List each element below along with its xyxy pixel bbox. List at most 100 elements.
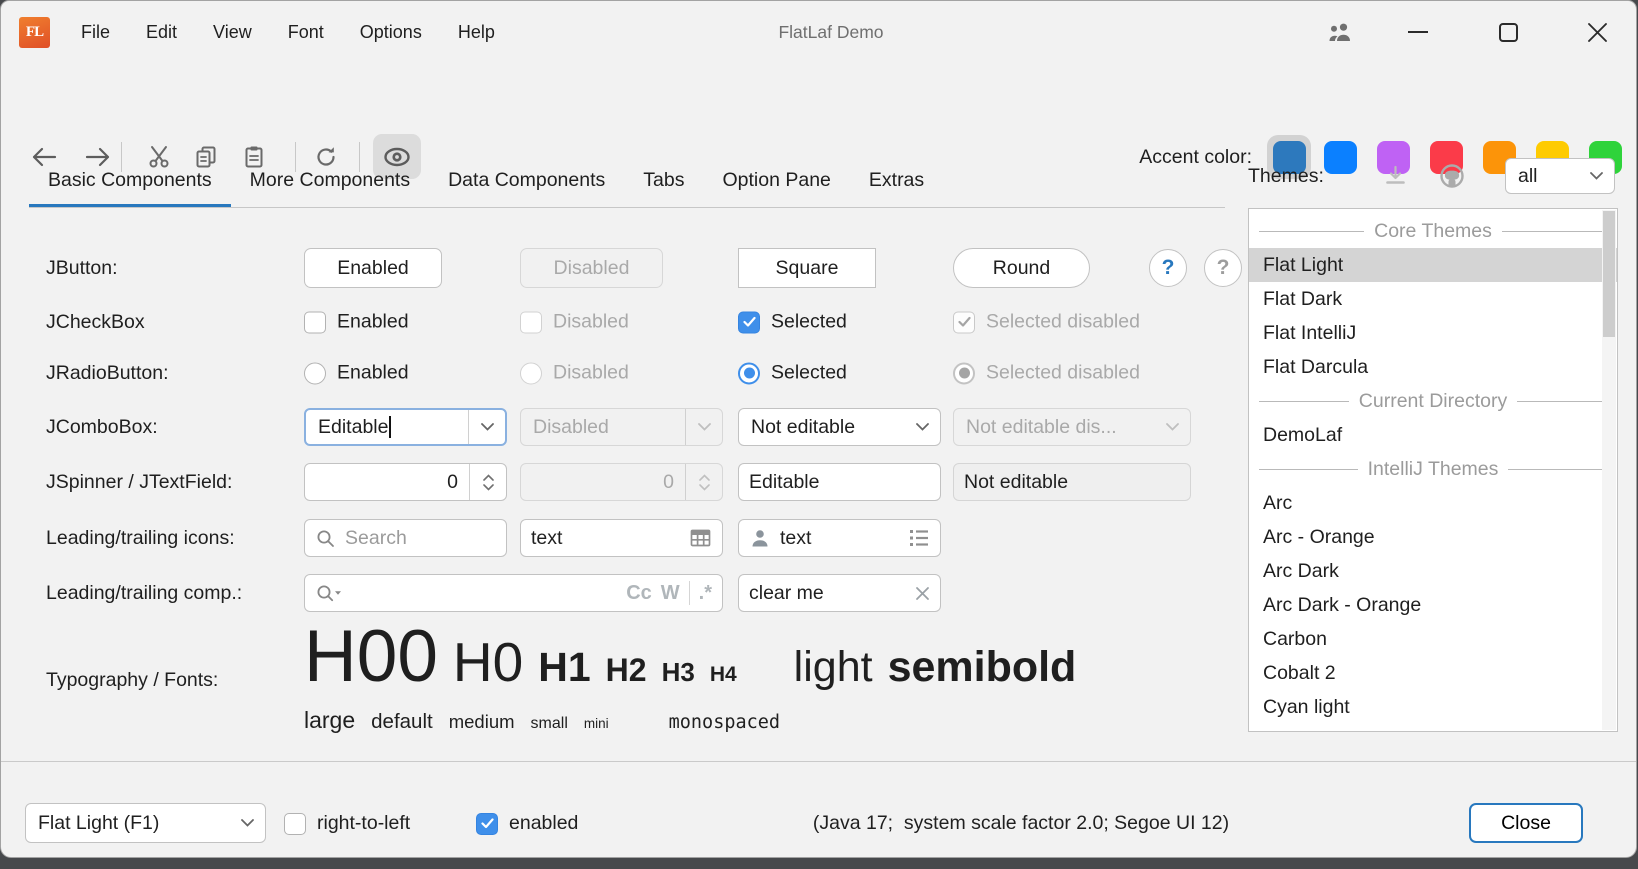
radio-icon bbox=[520, 362, 542, 384]
field-separator bbox=[689, 581, 690, 605]
theme-item-cyan-light[interactable]: Cyan light bbox=[1249, 690, 1617, 724]
theme-item-dark-flat[interactable]: Dark Flat bbox=[1249, 724, 1617, 732]
menu-bar: File Edit View Font Options Help bbox=[63, 1, 513, 63]
small-sample: small bbox=[531, 715, 568, 733]
combobox-not-editable[interactable]: Not editable bbox=[738, 408, 941, 446]
text-field-person-list[interactable] bbox=[738, 519, 941, 557]
app-window: FL File Edit View Font Options Help Flat… bbox=[0, 0, 1637, 858]
enabled-button[interactable]: Enabled bbox=[304, 248, 442, 288]
maximize-icon bbox=[1499, 23, 1518, 42]
themes-scrollbar[interactable] bbox=[1602, 210, 1616, 730]
clear-icon[interactable] bbox=[915, 586, 930, 601]
search-icon bbox=[315, 528, 336, 549]
semibold-weight-sample: semibold bbox=[888, 643, 1077, 692]
right-to-left-checkbox[interactable]: right-to-left bbox=[284, 812, 410, 835]
jbutton-label: JButton: bbox=[46, 248, 118, 288]
menu-view[interactable]: View bbox=[195, 1, 270, 63]
checkbox-selected[interactable]: Selected bbox=[738, 311, 847, 334]
theme-item-carbon[interactable]: Carbon bbox=[1249, 622, 1617, 656]
large-sample: large bbox=[304, 707, 355, 734]
chevron-down-icon bbox=[483, 484, 494, 491]
tab-extras[interactable]: Extras bbox=[850, 153, 943, 208]
checkbox-icon bbox=[284, 813, 306, 835]
theme-item-arc-dark-orange[interactable]: Arc Dark - Orange bbox=[1249, 588, 1617, 622]
combobox-editable-value[interactable]: Editable bbox=[306, 416, 468, 439]
menu-help[interactable]: Help bbox=[440, 1, 513, 63]
text-field-table-icon[interactable] bbox=[520, 519, 723, 557]
lookandfeel-combobox[interactable]: Flat Light (F1) bbox=[25, 803, 266, 843]
theme-group-header: Current Directory bbox=[1249, 384, 1617, 418]
radio-selected-icon bbox=[953, 362, 975, 384]
square-button[interactable]: Square bbox=[738, 248, 876, 288]
close-window-button[interactable] bbox=[1567, 1, 1627, 63]
close-button[interactable]: Close bbox=[1469, 803, 1583, 843]
match-case-button[interactable]: Cc bbox=[626, 582, 652, 605]
search-dropdown-icon[interactable] bbox=[315, 583, 342, 604]
theme-item-flat-dark[interactable]: Flat Dark bbox=[1249, 282, 1617, 316]
minimize-icon bbox=[1408, 31, 1428, 33]
help-button-gray[interactable]: ? bbox=[1204, 249, 1242, 287]
combobox-editable[interactable]: Editable bbox=[304, 408, 507, 446]
menu-file[interactable]: File bbox=[63, 1, 128, 63]
theme-item-flat-darcula[interactable]: Flat Darcula bbox=[1249, 350, 1617, 384]
chevron-down-icon[interactable] bbox=[469, 410, 505, 444]
textfield-editable[interactable] bbox=[738, 463, 941, 501]
maximize-button[interactable] bbox=[1478, 1, 1538, 63]
menu-font[interactable]: Font bbox=[270, 1, 342, 63]
theme-item-flat-intellij[interactable]: Flat IntelliJ bbox=[1249, 316, 1617, 350]
spinner-enabled[interactable]: 0 bbox=[304, 463, 507, 501]
accent-swatch-2[interactable] bbox=[1324, 141, 1357, 174]
whole-word-button[interactable]: W bbox=[661, 582, 680, 605]
spinner-buttons[interactable] bbox=[470, 464, 506, 500]
tab-data-components[interactable]: Data Components bbox=[429, 153, 624, 208]
search-field-with-options[interactable]: Cc W .* bbox=[304, 574, 723, 612]
regex-button[interactable]: .* bbox=[699, 582, 712, 605]
menu-options[interactable]: Options bbox=[342, 1, 440, 63]
clearable-input[interactable] bbox=[749, 582, 906, 605]
spinner-disabled: 0 bbox=[520, 463, 723, 501]
theme-item-demolaf[interactable]: DemoLaf bbox=[1249, 418, 1617, 452]
theme-item-flat-light[interactable]: Flat Light bbox=[1249, 248, 1617, 282]
leading-trailing-comp-label: Leading/trailing comp.: bbox=[46, 573, 242, 613]
tab-basic-components[interactable]: Basic Components bbox=[29, 153, 231, 208]
typography-headings: H00 H0 H1 H2 H3 H4 light semibold bbox=[304, 615, 1204, 698]
minimize-button[interactable] bbox=[1388, 1, 1448, 63]
search-input[interactable] bbox=[345, 527, 496, 550]
person-icon bbox=[749, 527, 771, 549]
download-themes-button[interactable] bbox=[1383, 164, 1408, 188]
themes-filter-value: all bbox=[1506, 165, 1578, 188]
search-input[interactable] bbox=[351, 582, 617, 605]
menu-edit[interactable]: Edit bbox=[128, 1, 195, 63]
theme-item-arc[interactable]: Arc bbox=[1249, 486, 1617, 520]
theme-item-arc-dark[interactable]: Arc Dark bbox=[1249, 554, 1617, 588]
checkbox-enabled[interactable]: Enabled bbox=[304, 311, 409, 334]
theme-item-arc-orange[interactable]: Arc - Orange bbox=[1249, 520, 1617, 554]
textfield-editable-input[interactable] bbox=[749, 471, 930, 494]
themes-list: Core Themes Flat Light Flat Dark Flat In… bbox=[1248, 208, 1618, 732]
round-button[interactable]: Round bbox=[953, 248, 1090, 288]
download-icon bbox=[1383, 164, 1408, 188]
themes-filter-combobox[interactable]: all bbox=[1505, 158, 1615, 194]
radio-enabled[interactable]: Enabled bbox=[304, 362, 409, 385]
tab-more-components[interactable]: More Components bbox=[231, 153, 429, 208]
spinner-value[interactable]: 0 bbox=[305, 471, 469, 494]
theme-item-cobalt-2[interactable]: Cobalt 2 bbox=[1249, 656, 1617, 690]
search-field[interactable] bbox=[304, 519, 507, 557]
text-input[interactable] bbox=[780, 527, 899, 550]
tab-option-pane[interactable]: Option Pane bbox=[703, 153, 849, 208]
text-input[interactable] bbox=[531, 527, 680, 550]
light-weight-sample: light bbox=[794, 643, 873, 692]
disabled-button: Disabled bbox=[520, 248, 663, 288]
tab-tabs[interactable]: Tabs bbox=[624, 153, 703, 208]
table-icon bbox=[689, 527, 712, 549]
checkbox-checked-icon bbox=[738, 311, 760, 333]
help-button[interactable]: ? bbox=[1149, 249, 1187, 287]
themes-scrollbar-thumb[interactable] bbox=[1603, 211, 1615, 337]
clearable-field[interactable] bbox=[738, 574, 941, 612]
users-button[interactable] bbox=[1310, 1, 1370, 63]
chevron-up-icon bbox=[699, 474, 710, 481]
github-button[interactable] bbox=[1438, 162, 1466, 190]
enabled-checkbox[interactable]: enabled bbox=[476, 812, 578, 835]
jspinner-label: JSpinner / JTextField: bbox=[46, 462, 232, 502]
radio-selected[interactable]: Selected bbox=[738, 362, 847, 385]
